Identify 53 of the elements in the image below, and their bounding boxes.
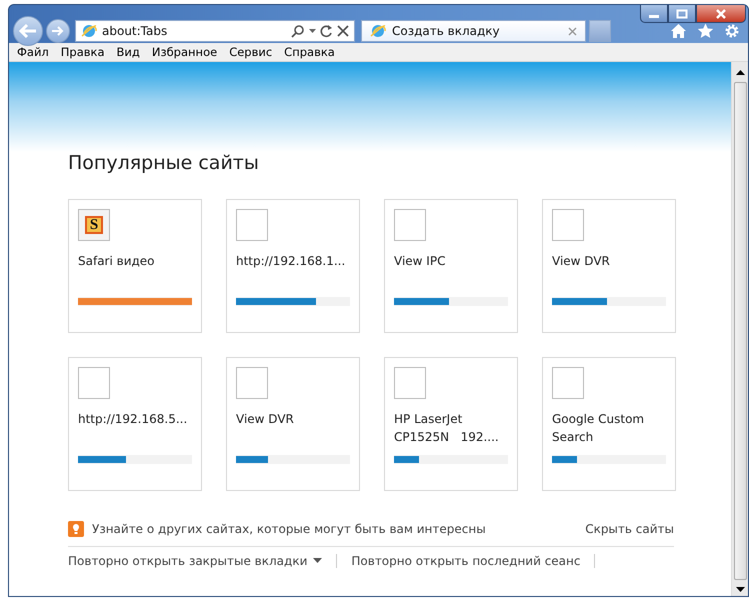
maximize-button[interactable] — [668, 5, 696, 23]
site-tile[interactable]: Google Custom Search — [542, 357, 676, 491]
search-icon[interactable] — [291, 24, 305, 38]
globe-e-icon — [370, 23, 386, 39]
close-tab-icon[interactable] — [568, 26, 577, 36]
hide-sites-link[interactable]: Скрыть сайты — [585, 522, 674, 536]
site-title: View IPC — [394, 253, 446, 270]
footer-link[interactable]: Повторно открыть последний сеанс — [351, 554, 580, 568]
stop-icon[interactable] — [337, 25, 349, 37]
menu-item[interactable]: Справка — [278, 45, 341, 59]
site-title: Google Custom Search — [552, 411, 646, 446]
refresh-icon[interactable] — [320, 24, 333, 38]
site-title: http://192.168.1... — [236, 253, 346, 270]
close-icon — [715, 8, 727, 18]
settings-icon[interactable] — [724, 23, 740, 39]
site-title: Safari видео — [78, 253, 156, 270]
scrollbar[interactable] — [731, 62, 748, 596]
site-title: HP LaserJet CP1525N 192.... — [394, 411, 500, 446]
site-tile[interactable]: http://192.168.5... — [68, 357, 202, 491]
scroll-thumb[interactable] — [734, 82, 746, 580]
site-tile[interactable]: S Safari видео — [68, 199, 202, 333]
site-title: View DVR — [236, 411, 295, 428]
browser-tab[interactable]: Создать вкладку — [361, 20, 586, 42]
close-button[interactable] — [696, 5, 746, 23]
minimize-button[interactable] — [640, 5, 668, 23]
maximize-icon — [676, 8, 688, 18]
menu-item[interactable]: Файл — [11, 45, 55, 59]
site-tile[interactable]: http://192.168.1... — [226, 199, 360, 333]
footer-link[interactable]: Повторно открыть закрытые вкладки — [68, 554, 322, 568]
menu-item[interactable]: Вид — [110, 45, 146, 59]
site-tile[interactable]: View DVR — [226, 357, 360, 491]
suggestion-link[interactable]: Узнайте о других сайтах, которые могут быть вам интересны — [92, 522, 486, 536]
menu-item[interactable]: Правка — [54, 45, 111, 59]
left-arrow-icon — [18, 23, 38, 39]
star-icon[interactable] — [697, 23, 714, 39]
site-title: http://192.168.5... — [78, 411, 188, 428]
site-title: View DVR — [552, 253, 611, 270]
menu-item[interactable]: Избранное — [146, 45, 224, 59]
caret-icon[interactable] — [309, 28, 316, 34]
right-arrow-icon — [51, 25, 65, 37]
lightbulb-icon — [68, 521, 84, 537]
globe-e-icon — [81, 23, 97, 39]
forward-button[interactable] — [46, 19, 70, 43]
scroll-down-icon[interactable] — [736, 586, 744, 592]
logo-letter: S — [85, 216, 103, 234]
menu-item[interactable]: Сервис — [223, 45, 278, 59]
site-tile[interactable]: HP LaserJet CP1525N 192.... — [384, 357, 518, 491]
site-tile[interactable]: View IPC — [384, 199, 518, 333]
site-tile[interactable]: View DVR — [542, 199, 676, 333]
scroll-up-icon[interactable] — [736, 70, 744, 76]
address-field[interactable]: about:Tabs — [75, 20, 355, 42]
back-button[interactable] — [13, 16, 43, 46]
section-heading: Популярные сайты — [68, 152, 260, 174]
